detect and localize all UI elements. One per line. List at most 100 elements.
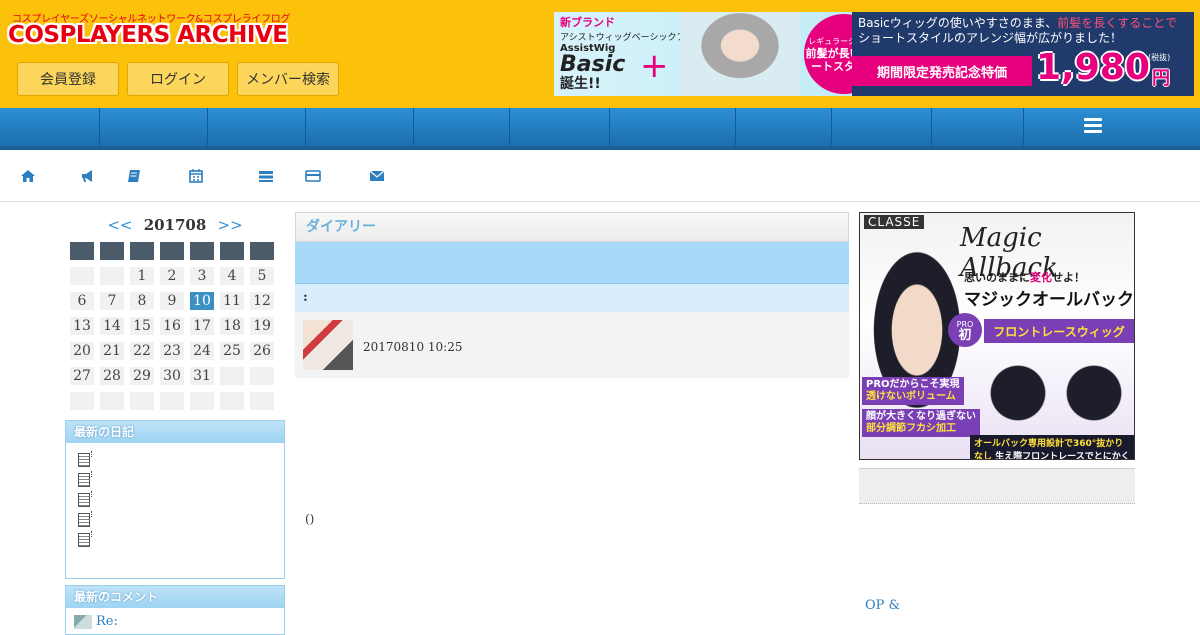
right-op-link[interactable]: OP & xyxy=(865,598,900,613)
calendar-weekday xyxy=(70,242,94,260)
calendar-day[interactable]: 28 xyxy=(100,367,124,385)
calendar-day[interactable]: 5 xyxy=(250,267,274,285)
comment-item[interactable]: Re: xyxy=(66,608,284,629)
banner-message-after: ショートスタイルのアレンジ幅が広がりました！ xyxy=(858,31,1123,45)
main-nav-bar xyxy=(0,108,1200,150)
diary-entry-icon[interactable] xyxy=(78,471,92,487)
calendar-day[interactable]: 3 xyxy=(190,267,214,285)
ad-bottom-notes: オールバック専用設計で360°抜かりなし 生え際フロントレースでとにかく自然 xyxy=(970,435,1134,459)
home-icon[interactable] xyxy=(20,168,36,184)
calendar-day[interactable]: 4 xyxy=(220,267,244,285)
banner-price: 1,980 xyxy=(1036,47,1150,88)
banner-plus: + xyxy=(640,46,669,86)
nav-segment-3[interactable] xyxy=(208,108,306,146)
calendar-weekday xyxy=(160,242,184,260)
login-button[interactable]: ログイン xyxy=(127,62,229,96)
calendar-day[interactable]: 26 xyxy=(250,342,274,360)
recent-comments-box: 最新のコメント Re: xyxy=(65,585,285,635)
register-button[interactable]: 会員登録 xyxy=(17,62,119,96)
diary-entry-icon[interactable] xyxy=(78,511,92,527)
ad-feature-1-bottom: 透けないボリューム xyxy=(866,391,956,402)
ad-pro-badge: PRO 初 xyxy=(948,313,982,347)
calendar-day[interactable]: 19 xyxy=(250,317,274,335)
nav-segment-4[interactable] xyxy=(306,108,414,146)
logo-text: COSPLAYERS ARCHIVE xyxy=(8,22,288,48)
envelope-icon[interactable] xyxy=(369,168,385,184)
recent-comments-title: 最新のコメント xyxy=(66,586,284,608)
calendar-prev-link[interactable]: << xyxy=(107,216,132,234)
calendar-day[interactable]: 7 xyxy=(100,292,124,310)
nav-segment-10[interactable] xyxy=(932,108,1024,146)
calendar-day[interactable]: 31 xyxy=(190,367,214,385)
banner-yen: 円 xyxy=(1152,68,1170,89)
calendar-day[interactable]: 2 xyxy=(160,267,184,285)
calendar-day[interactable]: 9 xyxy=(160,292,184,310)
calendar-day[interactable]: 11 xyxy=(220,292,244,310)
nav-segment-6[interactable] xyxy=(510,108,610,146)
calendar-week: 20 21 22 23 24 25 26 xyxy=(70,342,282,360)
calendar-weekday xyxy=(130,242,154,260)
diary-title-band xyxy=(295,242,849,284)
ad-feature-1: PROだからこそ実現 透けないボリューム xyxy=(862,377,964,405)
entry-thumbnail[interactable] xyxy=(303,320,353,370)
calendar-day[interactable]: 29 xyxy=(130,367,154,385)
bullhorn-icon[interactable] xyxy=(80,168,96,184)
wig-banner-ad[interactable]: 新ブランド アシストウィッグベーシックプラス AssistWig Basic 誕… xyxy=(554,12,1194,96)
diary-subtitle: : xyxy=(295,284,849,312)
calendar-day[interactable]: 23 xyxy=(160,342,184,360)
book-icon[interactable] xyxy=(126,168,142,184)
calendar-grid: 1 2 3 4 5 6 7 8 9 10 11 12 13 14 15 16 1… xyxy=(70,242,282,417)
nav-segment-9[interactable] xyxy=(832,108,932,146)
diary-entry-icon[interactable] xyxy=(78,491,92,507)
calendar-day xyxy=(130,392,154,410)
credit-card-icon[interactable] xyxy=(305,168,321,184)
diary-entry-icon[interactable] xyxy=(78,531,92,547)
calendar-day[interactable]: 12 xyxy=(250,292,274,310)
calendar-weekday xyxy=(250,242,274,260)
calendar-icon[interactable] xyxy=(188,168,204,184)
site-header: コスプレイヤーズソーシャルネットワーク&コスプレライフログ COSPLAYERS… xyxy=(0,0,1200,108)
wig-side-ad[interactable]: CLASSE Magic Allback 思いのままに変化せよ！ マジックオール… xyxy=(859,212,1135,460)
site-logo[interactable]: コスプレイヤーズソーシャルネットワーク&コスプレライフログ COSPLAYERS… xyxy=(8,10,290,54)
calendar-week: 27 28 29 30 31 xyxy=(70,367,282,385)
calendar-day[interactable]: 18 xyxy=(220,317,244,335)
nav-segment-2[interactable] xyxy=(100,108,208,146)
right-info-panel xyxy=(859,468,1135,504)
calendar-day[interactable]: 24 xyxy=(190,342,214,360)
ad-feature-1-top: PROだからこそ実現 xyxy=(866,379,960,390)
menu-hamburger-icon[interactable] xyxy=(1084,118,1102,134)
diary-entry[interactable]: 20170810 10:25 xyxy=(295,312,849,378)
list-icon[interactable] xyxy=(258,168,274,184)
calendar-day[interactable]: 20 xyxy=(70,342,94,360)
banner-message-before: Basicウィッグの使いやすさのまま、 xyxy=(858,16,1058,30)
calendar-day[interactable]: 27 xyxy=(70,367,94,385)
comment-avatar xyxy=(74,614,92,629)
calendar-day[interactable]: 6 xyxy=(70,292,94,310)
nav-segment-8[interactable] xyxy=(736,108,832,146)
calendar-day[interactable]: 30 xyxy=(160,367,184,385)
banner-promo: 期間限定発売記念特価 xyxy=(852,56,1032,86)
calendar-day[interactable]: 1 xyxy=(130,267,154,285)
calendar-day[interactable]: 13 xyxy=(70,317,94,335)
nav-segment-7[interactable] xyxy=(610,108,736,146)
nav-segment-5[interactable] xyxy=(414,108,510,146)
calendar-day[interactable]: 16 xyxy=(160,317,184,335)
calendar-day-today[interactable]: 10 xyxy=(190,292,214,310)
diary-entry-icon[interactable] xyxy=(78,451,92,467)
calendar-day[interactable]: 15 xyxy=(130,317,154,335)
ad-copy-highlight: 変化 xyxy=(1030,271,1052,284)
calendar-day[interactable]: 8 xyxy=(130,292,154,310)
calendar-day[interactable]: 25 xyxy=(220,342,244,360)
calendar-day[interactable]: 22 xyxy=(130,342,154,360)
calendar-header-row xyxy=(70,242,282,260)
calendar-day xyxy=(70,267,94,285)
calendar-day xyxy=(160,392,184,410)
calendar-day[interactable]: 17 xyxy=(190,317,214,335)
nav-segment-1[interactable] xyxy=(0,108,100,146)
banner-model-image xyxy=(680,12,800,96)
calendar-day[interactable]: 14 xyxy=(100,317,124,335)
calendar-next-link[interactable]: >> xyxy=(218,216,243,234)
member-search-button[interactable]: メンバー検索 xyxy=(237,62,339,96)
comment-text: Re: xyxy=(96,614,118,629)
calendar-day[interactable]: 21 xyxy=(100,342,124,360)
